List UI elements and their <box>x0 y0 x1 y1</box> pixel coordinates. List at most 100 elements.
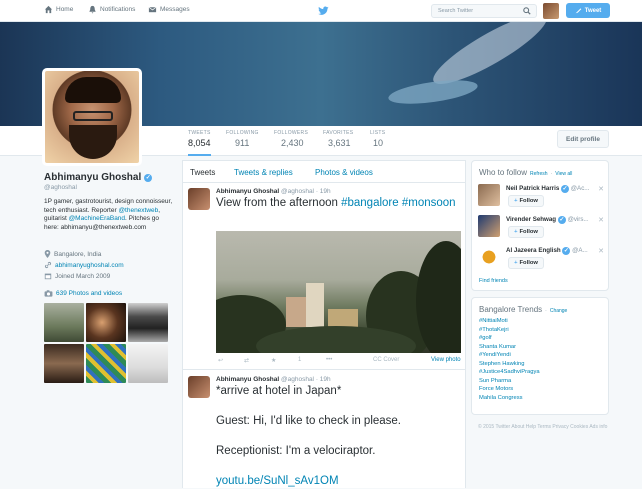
change-trends-link[interactable]: Change <box>550 308 568 314</box>
profile-website-link[interactable]: abhimanyughoshal.com <box>55 262 124 269</box>
tweet-actions: ↩ ⇄ ★ 1 ••• CC Cover View photo <box>216 357 461 367</box>
suggestion-name[interactable]: Neil Patrick Harris ✓ @Ac... <box>506 185 589 193</box>
photo-thumbnail[interactable] <box>128 344 168 383</box>
find-friends-link[interactable]: Find friends <box>479 278 508 284</box>
nav-notifications-label: Notifications <box>100 6 136 13</box>
trend-item[interactable]: Mahila Congress <box>479 395 523 401</box>
search-box[interactable]: Search Twitter <box>431 4 537 18</box>
refresh-link[interactable]: Refresh <box>530 171 548 177</box>
twitter-bird-icon[interactable] <box>318 6 329 16</box>
trend-item[interactable]: #golf <box>479 335 492 341</box>
who-to-follow-title: Who to follow <box>479 168 528 177</box>
follow-suggestion: Virender Sehwag ✓ @virs... + Follow ✕ <box>478 215 604 243</box>
photo-thumbnail[interactable] <box>44 344 84 383</box>
tweet-author-avatar[interactable] <box>188 376 210 398</box>
tweet-link[interactable]: youtu.be/SuNl_sAv1OM <box>216 474 456 489</box>
view-photo-link[interactable]: View photo <box>431 357 461 363</box>
tweet-author-handle: @aghoshal <box>281 188 314 195</box>
trend-item[interactable]: Force Motors <box>479 386 513 392</box>
tweet-item[interactable]: Abhimanyu Ghoshal @aghoshal · 19h *arriv… <box>183 371 465 489</box>
stat-followers[interactable]: FOLLOWERS 2,430 <box>274 130 308 148</box>
account-avatar[interactable] <box>543 3 559 19</box>
timeline: Tweets Tweets & replies Photos & videos … <box>182 160 466 488</box>
stat-lists-label: LISTS <box>370 130 386 136</box>
dismiss-icon[interactable]: ✕ <box>598 247 604 255</box>
trend-item[interactable]: Shanta Kumar <box>479 344 516 350</box>
tweet-author-name: Abhimanyu Ghoshal <box>216 188 280 195</box>
suggestion-name[interactable]: Virender Sehwag ✓ @virs... <box>506 216 589 224</box>
tweet-author[interactable]: Abhimanyu Ghoshal @aghoshal · 19h <box>216 188 331 195</box>
follow-button[interactable]: + Follow <box>508 226 544 238</box>
suggestion-avatar[interactable] <box>478 215 500 237</box>
nav-home[interactable]: Home <box>44 5 73 14</box>
tweet-link-url[interactable]: youtu.be/SuNl_sAv1OM <box>216 475 339 487</box>
stat-favorites-label: FAVORITES <box>323 130 354 136</box>
tweet-timestamp[interactable]: 19h <box>320 376 331 383</box>
favorite-icon[interactable]: ★ <box>271 357 276 364</box>
hashtag-link[interactable]: #bangalore <box>341 197 399 209</box>
suggestion-name-text: Neil Patrick Harris <box>506 185 560 192</box>
footer-links[interactable]: © 2015 Twitter About Help Terms Privacy … <box>478 424 608 430</box>
hashtag-link[interactable]: #monsoon <box>402 197 456 209</box>
nav-notifications[interactable]: Notifications <box>88 5 135 14</box>
tweet-author[interactable]: Abhimanyu Ghoshal @aghoshal · 19h <box>216 376 331 383</box>
photos-videos-label: 639 Photos and videos <box>56 290 123 297</box>
follow-suggestion: Neil Patrick Harris ✓ @Ac... + Follow ✕ <box>478 184 604 212</box>
photo-thumbnail[interactable] <box>128 303 168 342</box>
photo-thumbnail[interactable] <box>44 303 84 342</box>
who-to-follow-header: Who to follow Refresh · View all <box>479 168 573 177</box>
nav-messages[interactable]: Messages <box>148 5 190 14</box>
edit-profile-button[interactable]: Edit profile <box>557 130 609 148</box>
profile-joined: Joined March 2009 <box>44 272 110 280</box>
suggestion-handle: @A... <box>572 247 588 254</box>
tweet-author-avatar[interactable] <box>188 188 210 210</box>
photos-videos-link[interactable]: 639 Photos and videos <box>44 290 122 297</box>
trend-item[interactable]: #YendiYendi <box>479 352 511 358</box>
stat-favorites[interactable]: FAVORITES 3,631 <box>323 130 353 148</box>
follow-button[interactable]: + Follow <box>508 257 544 269</box>
tab-tweets[interactable]: Tweets <box>190 168 215 177</box>
retweet-icon[interactable]: ⇄ <box>244 357 249 364</box>
trend-item[interactable]: #Justice4SadhviPragya <box>479 369 540 375</box>
compose-tweet-button[interactable]: Tweet <box>566 3 610 18</box>
view-all-link[interactable]: View all <box>555 171 572 177</box>
profile-location: Bangalore, India <box>44 250 101 258</box>
follow-button-label: Follow <box>519 260 538 266</box>
more-icon[interactable]: ••• <box>326 357 332 363</box>
suggestion-name-text: Virender Sehwag <box>506 216 557 223</box>
tab-photos-videos[interactable]: Photos & videos <box>315 168 373 177</box>
al-jazeera-logo[interactable] <box>478 246 500 268</box>
trend-item[interactable]: Sun Pharma <box>479 378 511 384</box>
suggestion-avatar[interactable] <box>478 184 500 206</box>
reply-icon[interactable]: ↩ <box>218 357 223 364</box>
trend-item[interactable]: Stephen Hawking <box>479 361 524 367</box>
trend-item[interactable]: #ThotaKejri <box>479 327 509 333</box>
photo-thumbnail[interactable] <box>86 303 126 342</box>
tweet-photo[interactable] <box>216 231 461 353</box>
verified-badge-icon: ✓ <box>561 185 570 193</box>
profile-avatar[interactable] <box>42 68 142 166</box>
profile-bio: 1P gamer, gastrotourist, design connoiss… <box>44 198 174 232</box>
location-pin-icon <box>44 250 51 258</box>
tweet-timestamp[interactable]: 19h <box>320 188 331 195</box>
search-icon[interactable] <box>523 7 531 15</box>
suggestion-name[interactable]: Al Jazeera English ✓ @A... <box>506 247 588 255</box>
tab-tweets-replies[interactable]: Tweets & replies <box>234 168 293 177</box>
stat-tweets[interactable]: TWEETS 8,054 <box>188 130 211 156</box>
stat-following[interactable]: FOLLOWING 911 <box>226 130 259 148</box>
tweet-item[interactable]: Abhimanyu Ghoshal @aghoshal · 19h View f… <box>183 183 465 370</box>
who-to-follow-module: Who to follow Refresh · View all Neil Pa… <box>471 160 609 291</box>
tweet-text-line-2: Guest: Hi, I'd like to check in please. <box>216 415 402 427</box>
follow-button-label: Follow <box>519 229 538 235</box>
trend-item[interactable]: #NittiaiMoti <box>479 318 508 324</box>
bio-link-thenextweb[interactable]: @thenextweb <box>118 207 158 214</box>
link-icon <box>44 261 52 269</box>
dismiss-icon[interactable]: ✕ <box>598 216 604 224</box>
profile-website[interactable]: abhimanyughoshal.com <box>44 261 124 269</box>
dismiss-icon[interactable]: ✕ <box>598 185 604 193</box>
tweet-author-name: Abhimanyu Ghoshal <box>216 376 280 383</box>
photo-thumbnail[interactable] <box>86 344 126 383</box>
follow-button[interactable]: + Follow <box>508 195 544 207</box>
bio-link-machineera[interactable]: @MachineEraBand <box>69 215 125 222</box>
stat-lists[interactable]: LISTS 10 <box>370 130 385 148</box>
